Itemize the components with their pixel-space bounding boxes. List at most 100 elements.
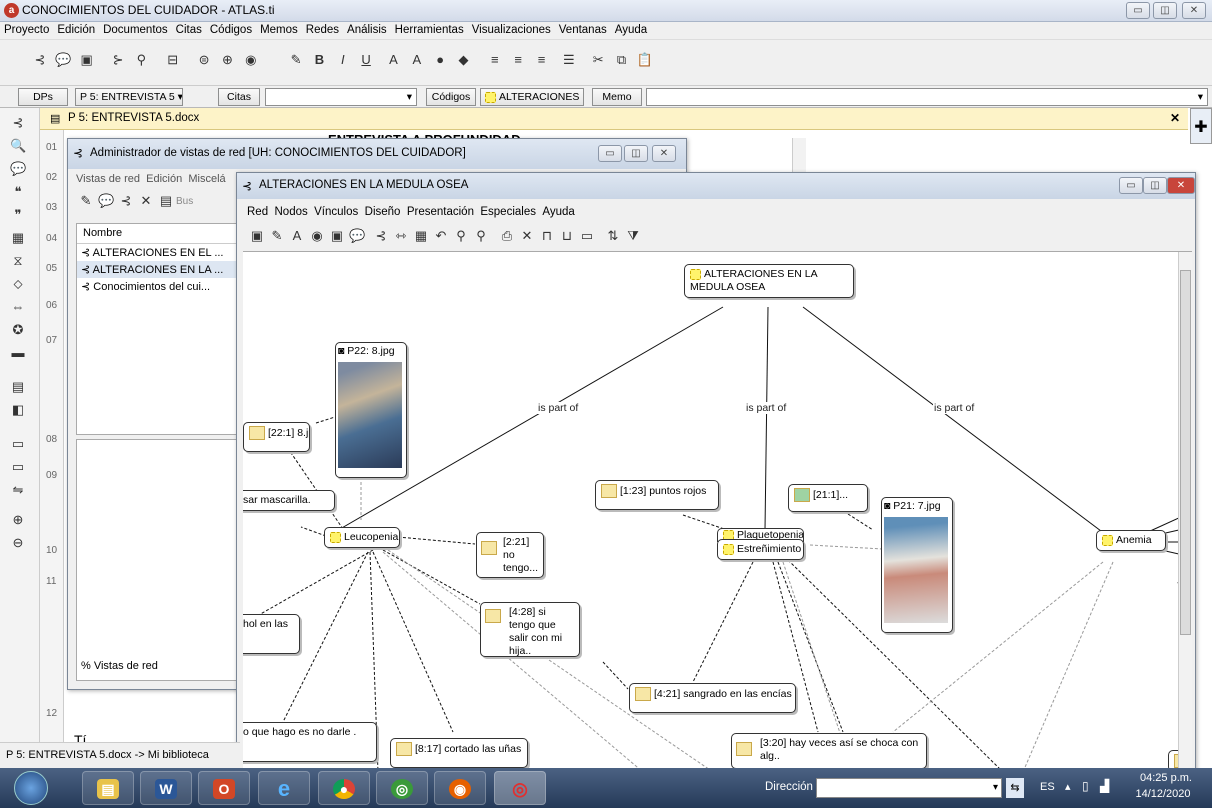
ne-menu-ayuda[interactable]: Ayuda [542,206,574,218]
node-noquehago[interactable]: o que hago es no darle . [243,722,377,762]
fit-icon[interactable]: ⇿ [393,228,409,244]
code-list-icon[interactable]: ⬦ [10,276,26,292]
taskbar-outlook[interactable]: O [198,771,250,805]
frame-icon[interactable]: ▣ [329,228,345,244]
link-grey-4[interactable] [1022,561,1114,771]
panel-icon[interactable]: ◧ [10,402,26,418]
open-icon[interactable]: ⊟ [165,52,181,68]
zoom-out-icon[interactable]: ⊖ [10,535,26,551]
list-item[interactable]: ⊰ Conocimientos del cui... [77,278,240,295]
node-estrenimiento[interactable]: Estreñimiento [717,539,804,560]
arrows-icon[interactable]: ⇔ [10,299,26,315]
link-q428[interactable] [382,549,481,605]
menu-proyecto[interactable]: Proyecto [0,22,53,36]
network-tool-icon[interactable]: ⊱ [110,52,126,68]
nm-maximize-button[interactable]: ◫ [624,145,648,162]
node-q221b[interactable]: [2:21] no tengo... [476,532,544,578]
menu-citas[interactable]: Citas [172,22,206,36]
list-icon[interactable]: ☰ [561,52,577,68]
node-q320[interactable]: [3:20] hay veces así se choca con alg.. [731,733,927,769]
align-center-icon[interactable]: ≡ [510,52,526,68]
menu-visualizaciones[interactable]: Visualizaciones [468,22,555,36]
quote-icon[interactable]: ❝ [10,184,26,200]
ne-maximize-button[interactable]: ◫ [1143,177,1167,194]
menu-memos[interactable]: Memos [256,22,302,36]
nm-menu-edicion[interactable]: Edición [146,173,182,185]
comment-icon[interactable]: 💬 [349,228,365,244]
layout-icon[interactable]: ⊓ [539,228,555,244]
menu-ventanas[interactable]: Ventanas [555,22,611,36]
link-estren-p21[interactable] [809,544,884,550]
align-left-icon[interactable]: ≡ [487,52,503,68]
link-icon[interactable]: ⇋ [10,482,26,498]
filter-icon[interactable]: ⧩ [625,228,641,244]
menu-documentos[interactable]: Documentos [99,22,172,36]
minimize-button[interactable]: ▭ [1126,2,1150,19]
ne-menu-nodos[interactable]: Nodos [275,206,308,218]
taskbar-media[interactable]: ◎ [376,771,428,805]
nm-menu-vistas[interactable]: Vistas de red [76,173,140,185]
zoom-in-icon[interactable]: ⊕ [10,512,26,528]
link-q428-q421[interactable] [602,661,629,690]
dps-button[interactable]: DPs [18,88,68,106]
display-icon[interactable]: ▭ [579,228,595,244]
list-item[interactable]: ⊰ ALTERACIONES EN LA ... [77,261,240,278]
counter-icon[interactable]: ▤ [10,379,26,395]
citas-button[interactable]: Citas [218,88,260,106]
speech-icon[interactable]: 💬 [10,161,26,177]
cut-icon[interactable]: ✂ [590,52,606,68]
undo-icon[interactable]: ↶ [433,228,449,244]
copy-icon[interactable]: ⧉ [614,52,630,68]
canvas-scrollbar[interactable] [1178,252,1192,771]
taskbar-chrome[interactable]: ● [318,771,370,805]
ne-menu-vinculos[interactable]: Vínculos [314,206,358,218]
xml-icon[interactable]: ◉ [243,52,259,68]
menu-codigos[interactable]: Códigos [206,22,256,36]
pen-icon[interactable]: ✎ [288,52,304,68]
nm-column-header[interactable]: Nombre [77,224,240,244]
zoom-out-icon[interactable]: ⚲ [453,228,469,244]
tray-signal-icon[interactable]: ▟ [1100,779,1109,793]
link-q421[interactable] [692,561,754,683]
layout2-icon[interactable]: ⊔ [559,228,575,244]
delete-icon[interactable]: ✕ [519,228,535,244]
node-p21[interactable]: ◙ P21: 7.jpg [881,497,953,633]
taskbar-word[interactable]: W [140,771,192,805]
save-icon[interactable]: ▣ [249,228,265,244]
nm-close-button[interactable]: ✕ [652,145,676,162]
node-mascarilla[interactable]: sar mascarilla. [243,490,335,511]
memo-button[interactable]: Memo [592,88,642,106]
query-icon[interactable]: ⊜ [196,52,212,68]
find-icon[interactable]: ⚲ [133,52,149,68]
grid-icon[interactable]: ▦ [413,228,429,244]
menu-analisis[interactable]: Análisis [343,22,391,36]
code-tool-icon[interactable]: ▦ [10,230,26,246]
print-icon[interactable]: ⎙ [499,228,515,244]
link-mascarilla[interactable] [300,526,327,537]
menu-ayuda[interactable]: Ayuda [611,22,651,36]
link-q211[interactable] [847,513,874,531]
ne-close-button[interactable]: ✕ [1167,177,1195,194]
node-q817[interactable]: [8:17] cortado las uñas [390,738,528,768]
taskbar-ie[interactable]: e [258,771,310,805]
node-q123[interactable]: [1:23] puntos rojos [595,480,719,510]
font-size-icon[interactable]: A [385,52,401,68]
code-dropdown[interactable]: ALTERACIONES EN ▾ [480,88,584,106]
node-root[interactable]: ALTERACIONES EN LA MEDULA OSEA [684,264,854,298]
underline-icon[interactable]: U [358,52,374,68]
italic-icon[interactable]: I [335,52,351,68]
close-document-icon[interactable]: ✕ [1170,111,1180,125]
tray-battery-icon[interactable]: ▯ [1082,779,1089,793]
memo-icon[interactable]: ▬ [10,345,26,361]
taskbar-atlas[interactable]: ◎ [494,771,546,805]
comment-icon[interactable]: 💬 [98,193,114,209]
view-icon[interactable]: ▤ [158,193,174,209]
star-icon[interactable]: ✪ [10,322,26,338]
nm-search-field[interactable]: Bus [176,196,193,207]
doc-icon[interactable]: ▭ [10,436,26,452]
new-node-icon[interactable]: ✎ [269,228,285,244]
ne-menu-presentacion[interactable]: Presentación [407,206,474,218]
node-anemia[interactable]: Anemia [1096,530,1166,551]
align-right-icon[interactable]: ≡ [534,52,550,68]
menu-redes[interactable]: Redes [302,22,343,36]
